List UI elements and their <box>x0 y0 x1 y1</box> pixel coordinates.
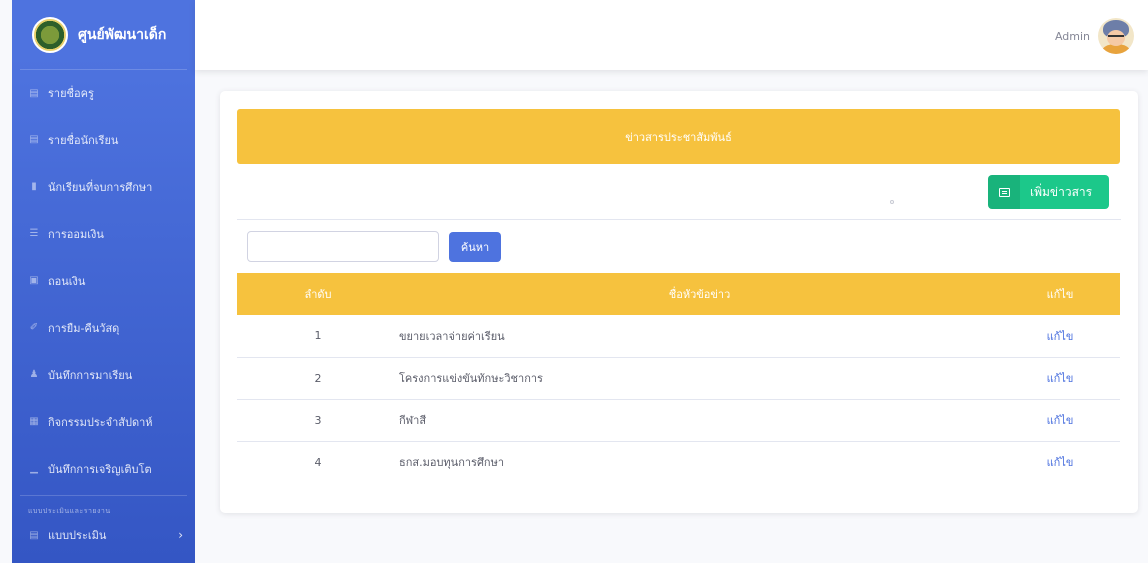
row-no: 1 <box>314 329 322 343</box>
sidebar-item-savings[interactable]: ☰ การออมเงิน <box>12 210 195 257</box>
sidebar-divider <box>20 495 187 496</box>
brand-name: ศูนย์พัฒนาเด็ก <box>78 26 167 43</box>
row-no: 3 <box>314 413 322 427</box>
sidebar-item-label: บันทึกการมาเรียน <box>48 368 133 382</box>
edit-link[interactable]: แก้ไข <box>1000 357 1120 399</box>
table-header-row: ลำดับ ชื่อหัวข้อข่าว แก้ไข <box>237 273 1120 315</box>
sidebar-item-withdraw[interactable]: ▣ ถอนเงิน <box>12 257 195 304</box>
add-news-label: เพิ่มข่าวสาร <box>1030 184 1093 199</box>
sidebar-nav: ▤ รายชื่อครู ▤ รายชื่อนักเรียน ▮ นักเรีย… <box>12 70 195 492</box>
user-name: Admin <box>1054 29 1090 43</box>
topbar: Admin <box>195 0 1148 70</box>
search-input[interactable] <box>247 231 439 262</box>
table-row: 2 โครงการแข่งขันทักษะวิชาการ แก้ไข <box>237 357 1120 399</box>
table-icon: ▦ <box>29 416 39 427</box>
wallet-icon: ☰ <box>29 228 39 239</box>
sidebar-item-label: บันทึกการเจริญเติบโต <box>48 462 152 476</box>
add-news-button[interactable]: เพิ่มข่าวสาร <box>988 175 1109 209</box>
news-card: ข่าวสารประชาสัมพันธ์ เพิ่มข่าวสาร ค้นหา … <box>220 91 1138 513</box>
pen-icon: ✐ <box>29 322 39 333</box>
sidebar: ศูนย์พัฒนาเด็ก ▤ รายชื่อครู ▤ รายชื่อนัก… <box>12 0 195 563</box>
id-card-icon: ▤ <box>29 134 39 145</box>
sidebar-item-students[interactable]: ▤ รายชื่อนักเรียน <box>12 116 195 163</box>
row-title: ขยายเวลาจ่ายค่าเรียน <box>399 329 505 343</box>
brand-logo <box>32 16 68 53</box>
sidebar-item-assessment[interactable]: ▤ แบบประเมิน › <box>12 520 195 550</box>
sidebar-item-borrow-return[interactable]: ✐ การยืม-คืนวัสดุ <box>12 304 195 351</box>
divider <box>237 219 1121 220</box>
circle-icon <box>890 200 894 204</box>
row-title: โครงการแข่งขันทักษะวิชาการ <box>399 372 543 385</box>
sidebar-item-teachers[interactable]: ▤ รายชื่อครู <box>12 70 195 116</box>
table-row: 3 กีฬาสี แก้ไข <box>237 399 1120 441</box>
chart-icon: ▁ <box>30 463 38 474</box>
row-no: 4 <box>314 455 322 469</box>
column-header-no[interactable]: ลำดับ <box>237 273 399 315</box>
column-header-edit[interactable]: แก้ไข <box>1000 273 1120 315</box>
sidebar-item-label: กิจกรรมประจำสัปดาห์ <box>48 415 153 429</box>
column-header-title[interactable]: ชื่อหัวข้อข่าว <box>399 273 1000 315</box>
table-row: 4 ธกส.มอบทุนการศึกษา แก้ไข <box>237 441 1120 483</box>
sidebar-item-label: การยืม-คืนวัสดุ <box>48 321 120 335</box>
sidebar-item-label: ถอนเงิน <box>48 274 86 288</box>
user-menu[interactable]: Admin <box>1055 18 1134 54</box>
search-button[interactable]: ค้นหา <box>449 232 501 262</box>
news-table: ลำดับ ชื่อหัวข้อข่าว แก้ไข 1 ขยายเวลาจ่า… <box>237 273 1120 483</box>
sidebar-item-label: การออมเงิน <box>48 227 104 241</box>
list-icon: ▤ <box>29 529 39 541</box>
sidebar-item-label: นักเรียนที่จบการศึกษา <box>48 180 153 194</box>
id-card-icon: ▤ <box>29 87 39 99</box>
edit-link[interactable]: แก้ไข <box>1000 315 1120 357</box>
sidebar-heading: แบบประเมินและรายงาน <box>28 507 111 515</box>
brand[interactable]: ศูนย์พัฒนาเด็ก <box>20 0 187 70</box>
edit-link[interactable]: แก้ไข <box>1000 399 1120 441</box>
sidebar-item-growth[interactable]: ▁ บันทึกการเจริญเติบโต <box>12 445 195 492</box>
sidebar-item-label: แบบประเมิน <box>48 529 107 542</box>
chevron-right-icon: › <box>178 528 183 542</box>
sidebar-item-label: รายชื่อนักเรียน <box>48 133 119 147</box>
sidebar-item-label: รายชื่อครู <box>48 87 94 100</box>
newspaper-icon <box>988 175 1020 209</box>
page-title: ข่าวสารประชาสัมพันธ์ <box>237 109 1120 164</box>
money-bill-icon: ▣ <box>29 275 39 286</box>
sidebar-item-attendance[interactable]: ♟ บันทึกการมาเรียน <box>12 351 195 398</box>
avatar[interactable] <box>1098 18 1134 54</box>
row-no: 2 <box>314 371 322 385</box>
sidebar-item-weekly-activities[interactable]: ▦ กิจกรรมประจำสัปดาห์ <box>12 398 195 445</box>
row-title: กีฬาสี <box>399 414 427 427</box>
user-check-icon: ♟ <box>29 369 39 380</box>
sidebar-item-graduates[interactable]: ▮ นักเรียนที่จบการศึกษา <box>12 163 195 210</box>
row-title: ธกส.มอบทุนการศึกษา <box>399 456 505 470</box>
table-row: 1 ขยายเวลาจ่ายค่าเรียน แก้ไข <box>237 315 1120 357</box>
file-icon: ▮ <box>31 181 37 192</box>
edit-link[interactable]: แก้ไข <box>1000 441 1120 483</box>
